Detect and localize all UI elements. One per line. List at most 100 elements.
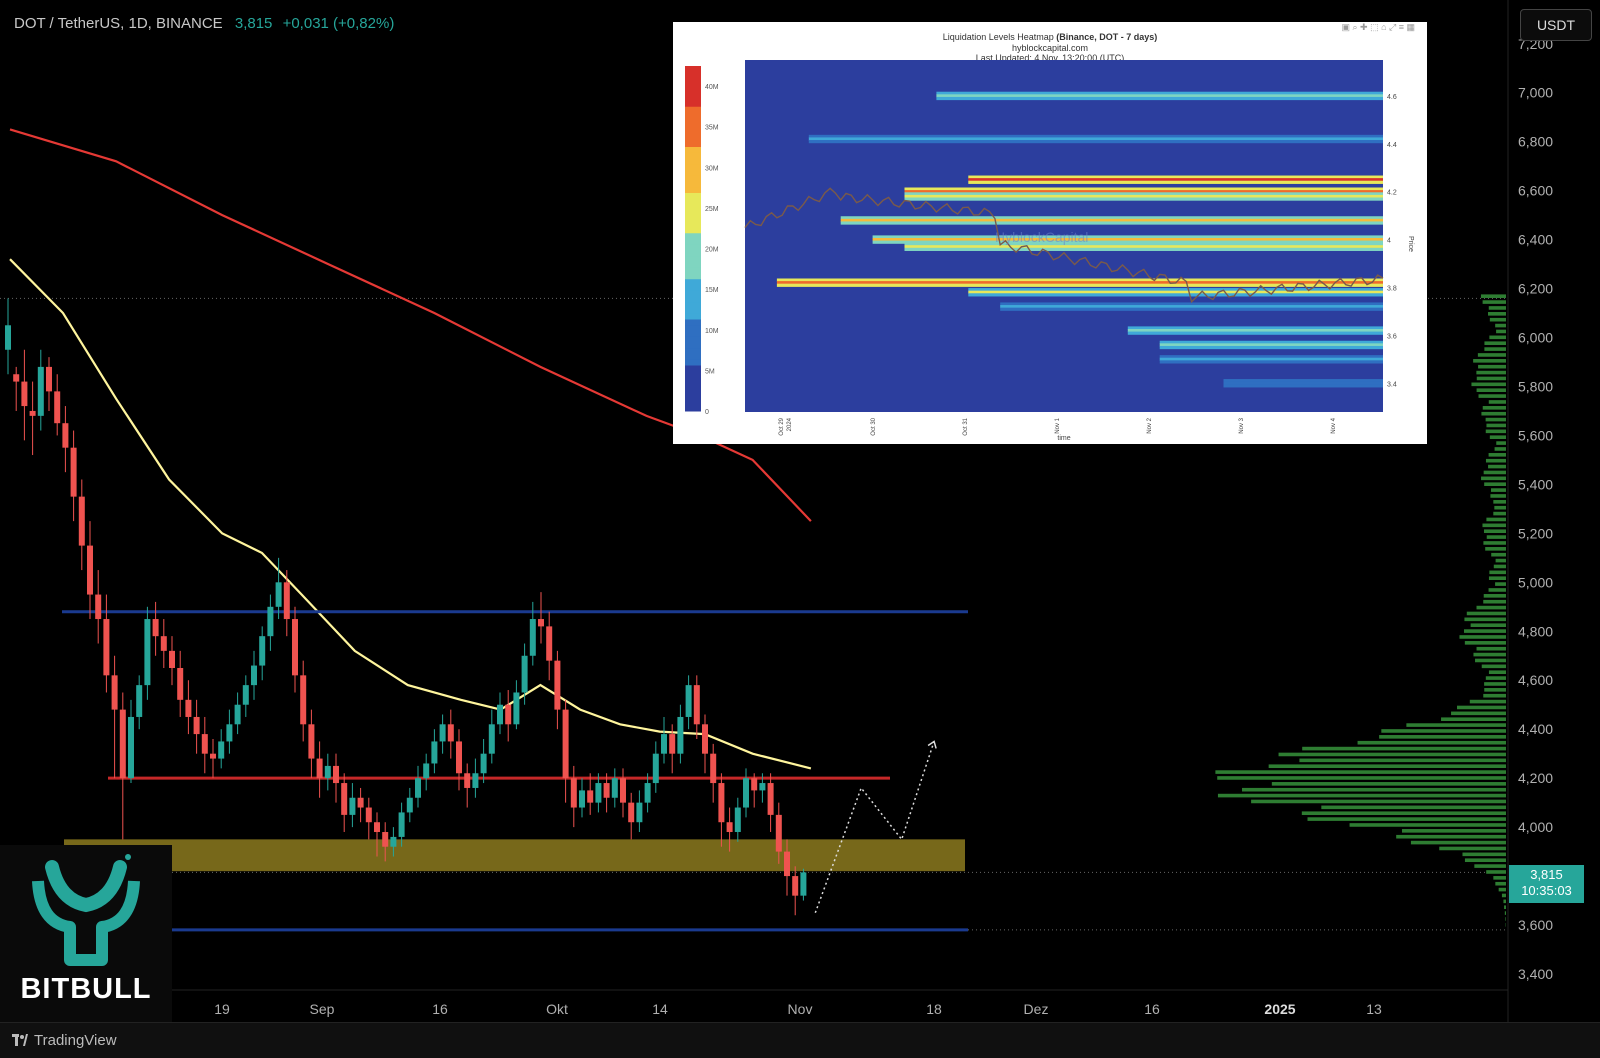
volume-profile-bar: [1486, 424, 1506, 428]
candle: [169, 636, 175, 685]
tradingview-label[interactable]: TradingView: [34, 1032, 117, 1049]
candle-body: [735, 808, 741, 832]
volume-profile-bar: [1483, 541, 1506, 545]
volume-profile-bar: [1302, 811, 1506, 815]
candle-body: [702, 724, 708, 753]
volume-profile-bar: [1464, 629, 1506, 633]
heatmap-price-tick: 4.4: [1387, 142, 1397, 149]
colorbar-tick-label: 10M: [705, 328, 719, 335]
heatmap-time-tick: Oct 29: [779, 417, 785, 435]
colorbar-segment: [685, 239, 701, 245]
candle-body: [571, 778, 577, 807]
candle: [161, 619, 167, 668]
volume-profile-bar: [1215, 770, 1506, 774]
colorbar-segment: [685, 175, 701, 181]
candle-body: [103, 619, 109, 675]
candle-body: [144, 619, 150, 685]
candle: [661, 717, 667, 764]
volume-profile-bar: [1485, 547, 1506, 551]
volume-profile-bar: [1481, 294, 1506, 298]
chart-area[interactable]: 3,4003,6003,8004,0004,2004,4004,6004,800…: [0, 0, 1600, 1057]
candle-body: [604, 783, 610, 798]
colorbar-segment: [685, 405, 701, 411]
candle-body: [768, 783, 774, 815]
candle: [87, 521, 93, 619]
candle: [546, 612, 552, 681]
volume-profile-bar: [1499, 888, 1506, 892]
candle: [153, 602, 159, 656]
colorbar-segment: [685, 101, 701, 107]
volume-profile-bar: [1484, 471, 1506, 475]
candle: [497, 692, 503, 734]
colorbar-segment: [685, 152, 701, 158]
candle: [489, 710, 495, 764]
colorbar-segment: [685, 210, 701, 216]
volume-profile-bar: [1477, 377, 1506, 381]
volume-profile-bar: [1505, 911, 1506, 915]
candle-body: [218, 741, 224, 758]
x-tick-label: Okt: [546, 1001, 568, 1017]
volume-profile-bar: [1488, 465, 1506, 469]
colorbar-segment: [685, 204, 701, 210]
candle-body: [21, 382, 27, 406]
volume-profile-bar: [1471, 623, 1506, 627]
volume-profile-bar: [1489, 588, 1506, 592]
currency-button[interactable]: USDT: [1520, 9, 1592, 41]
colorbar-segment: [685, 250, 701, 256]
volume-profile-bar: [1465, 858, 1506, 862]
candle: [13, 367, 19, 411]
candle-body: [423, 763, 429, 778]
x-tick-label: 18: [926, 1001, 942, 1017]
candle: [308, 710, 314, 779]
colorbar-segment: [685, 181, 701, 187]
candle: [185, 680, 191, 734]
volume-profile-bar: [1486, 518, 1506, 522]
candle-body: [448, 724, 454, 741]
candle-body: [522, 656, 528, 693]
candle: [30, 382, 36, 455]
heatmap-time-tick: Oct 30: [871, 417, 877, 435]
heatmap-time-tick: Nov 1: [1055, 417, 1061, 433]
candle: [800, 869, 806, 901]
heatmap-band: [1160, 360, 1383, 363]
candle: [464, 763, 470, 807]
liquidation-heatmap-panel: Liquidation Levels Heatmap (Binance, DOT…: [673, 22, 1427, 444]
candle: [563, 700, 569, 803]
volume-profile-bar: [1465, 641, 1506, 645]
heatmap-chart: HyblockCapital05M10M15M20M25M30M35M40M3.…: [673, 22, 1427, 444]
candle: [128, 700, 134, 783]
candle-body: [390, 837, 396, 847]
candle: [431, 729, 437, 773]
volume-profile-bar: [1494, 506, 1506, 510]
candle-body: [587, 790, 593, 802]
heatmap-time-tick: Nov 2: [1147, 417, 1153, 433]
volume-profile-bar: [1484, 529, 1506, 533]
colorbar-segment: [685, 170, 701, 176]
candle-body: [276, 582, 282, 606]
colorbar-segment: [685, 273, 701, 279]
colorbar-segment: [685, 78, 701, 84]
candle-body: [177, 668, 183, 700]
candle-body: [349, 798, 355, 815]
volume-profile-bar: [1495, 447, 1506, 451]
colorbar-segment: [685, 227, 701, 233]
colorbar-segment: [685, 394, 701, 400]
candle-body: [38, 367, 44, 416]
volume-profile-bar: [1464, 618, 1506, 622]
volume-profile-bar: [1439, 847, 1506, 851]
volume-profile-bar: [1486, 430, 1506, 434]
candle: [317, 741, 323, 797]
y-tick-label: 5,800: [1518, 378, 1553, 394]
heatmap-price-tick: 3.8: [1387, 285, 1397, 292]
colorbar-segment: [685, 354, 701, 360]
colorbar-segment: [685, 135, 701, 141]
candle: [735, 798, 741, 842]
candle-body: [210, 754, 216, 759]
volume-profile-bar: [1489, 670, 1506, 674]
volume-profile-bar: [1379, 735, 1506, 739]
volume-profile-bar: [1493, 876, 1506, 880]
colorbar-segment: [685, 164, 701, 170]
candle: [136, 675, 142, 729]
volume-profile-bar: [1488, 312, 1506, 316]
volume-profile-bar: [1484, 682, 1506, 686]
